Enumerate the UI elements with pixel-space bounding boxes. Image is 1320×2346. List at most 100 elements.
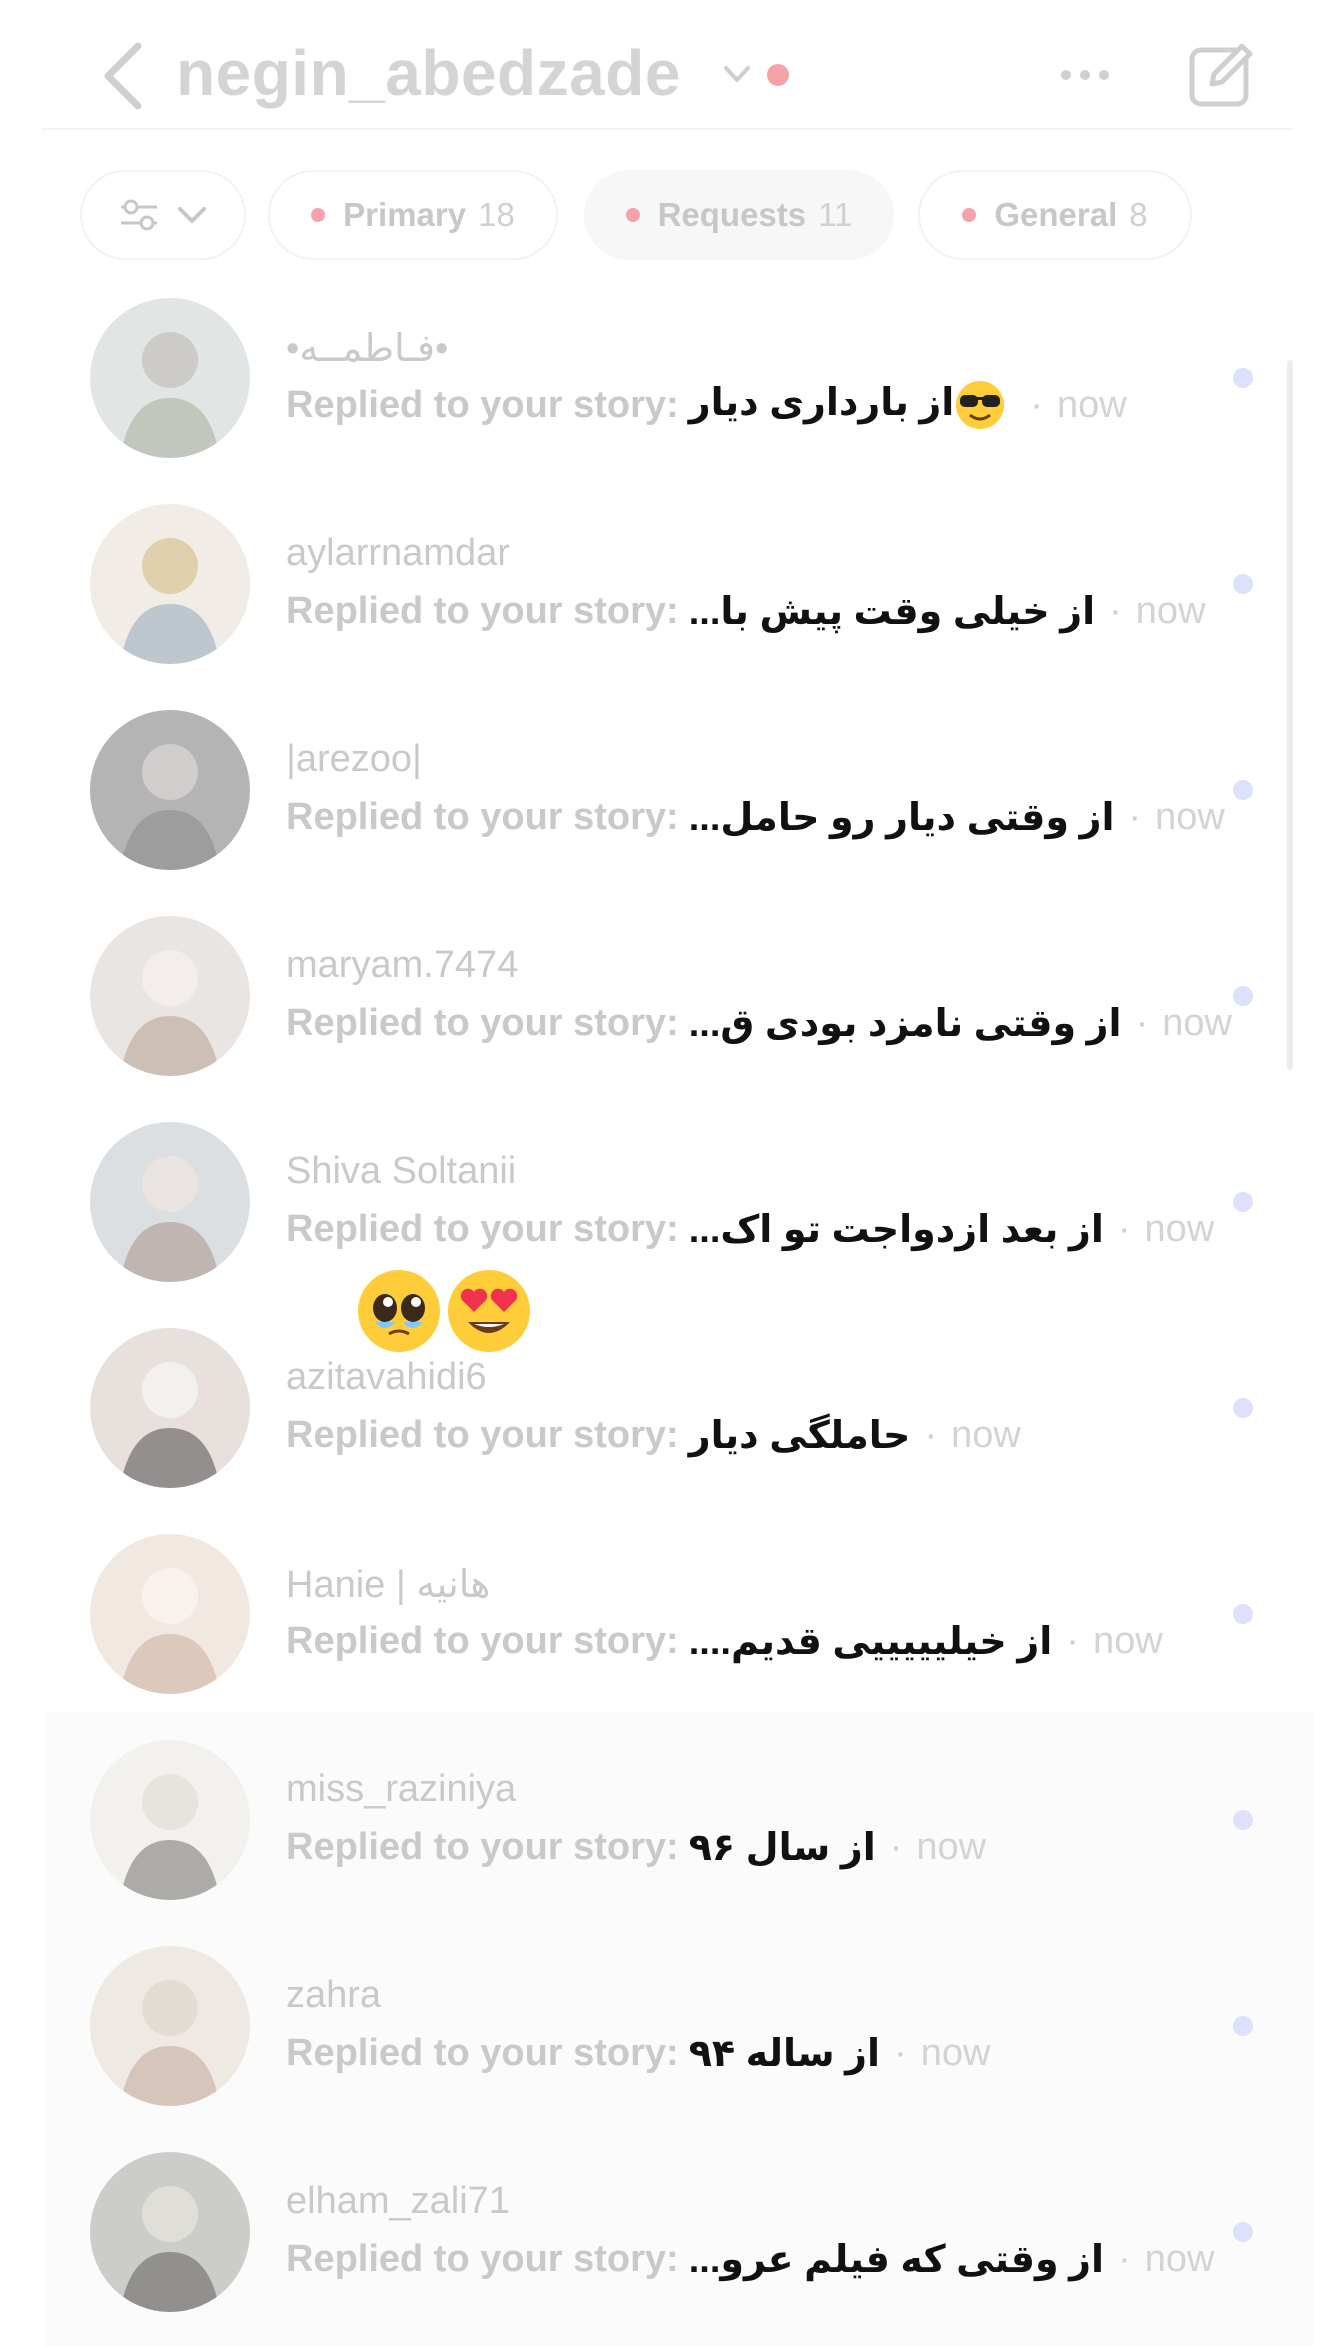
tab-count: 11 (818, 196, 853, 233)
thread-time: now (951, 1413, 1021, 1456)
reply-text-value: از وقتی نامزد بودی ق... (688, 1002, 1122, 1045)
avatar[interactable] (90, 1534, 250, 1694)
avatar[interactable] (90, 1740, 250, 1900)
thread-row[interactable]: elham_zali71 Replied to your story: از و… (0, 2152, 1320, 2342)
reply-text-value: از خیلی وقت پیش با... (688, 590, 1096, 633)
avatar[interactable] (90, 504, 250, 664)
filter-button[interactable] (80, 170, 246, 260)
unread-indicator (1233, 1398, 1253, 1418)
filter-chips: Primary 18 Requests 11 General 8 (0, 170, 1320, 262)
tab-label: Primary (343, 196, 467, 233)
thread-preview: Replied to your story: از وقتی دیار رو ح… (286, 792, 1225, 842)
unread-indicator (1233, 1604, 1253, 1624)
thread-username: elham_zali71 (286, 2180, 510, 2222)
avatar[interactable] (90, 710, 250, 870)
thread-username: miss_raziniya (286, 1768, 517, 1810)
thread-preview: Replied to your story: از بارداری دیار ·… (286, 380, 1127, 430)
unread-indicator (1233, 368, 1253, 388)
chevron-down-icon[interactable] (722, 62, 752, 86)
reply-prefix: Replied to your story: (286, 589, 679, 632)
tab-label: Requests (657, 196, 807, 233)
separator-dot: · (1066, 1619, 1079, 1662)
avatar[interactable] (90, 1122, 250, 1282)
thread-row[interactable]: Shiva Soltanii Replied to your story: از… (0, 1122, 1320, 1312)
reply-text-value: از خیلیییییی قدیم.... (688, 1620, 1053, 1663)
thread-username: Shiva Soltanii (286, 1150, 517, 1192)
thread-preview: Replied to your story: از خیلیییییی قدیم… (286, 1616, 1163, 1666)
avatar[interactable] (90, 298, 250, 458)
thread-row[interactable]: Hanie | هانیه Replied to your story: از … (0, 1534, 1320, 1724)
tab-label: General (994, 196, 1118, 233)
thread-username: •فـاطمــه• (286, 328, 449, 370)
sunglasses-emoji (956, 381, 1005, 429)
reply-prefix: Replied to your story: (286, 1413, 679, 1456)
thread-row[interactable]: zahra Replied to your story: از ساله ۹۴ … (0, 1946, 1320, 2136)
reply-text-value: از ساله ۹۴ (688, 2032, 881, 2075)
separator-dot: · (1109, 589, 1122, 632)
unread-indicator (1233, 1192, 1253, 1212)
avatar[interactable] (90, 916, 250, 1076)
separator-dot: · (924, 1413, 938, 1456)
thread-time: now (1056, 383, 1127, 426)
separator-dot: · (889, 1825, 903, 1868)
reply-text-value: از وقتی دیار رو حامل... (688, 796, 1115, 839)
separator-dot: · (894, 2031, 907, 2074)
tab-general[interactable]: General 8 (918, 170, 1192, 260)
separator-dot: · (1030, 383, 1043, 426)
reply-text: از بعد ازدواجت تو اک... (689, 1207, 1104, 1252)
thread-time: now (1155, 795, 1225, 838)
avatar[interactable] (90, 1328, 250, 1488)
avatar-photo (90, 1122, 250, 1282)
thread-username: zahra (286, 1974, 382, 2016)
reply-prefix: Replied to your story: (286, 1207, 679, 1250)
thread-row[interactable]: maryam.7474 Replied to your story: از وق… (0, 916, 1320, 1106)
tab-count: 18 (478, 196, 515, 233)
thread-preview: Replied to your story: حاملگی دیار · now (286, 1410, 1021, 1460)
thread-preview: Replied to your story: از ساله ۹۴ · now (286, 2028, 990, 2078)
thread-username: maryam.7474 (286, 944, 519, 986)
thread-time: now (916, 1825, 987, 1868)
compose-icon[interactable] (1188, 40, 1256, 108)
avatar-photo (90, 2152, 250, 2312)
unread-indicator (1233, 574, 1253, 594)
avatar[interactable] (90, 2152, 250, 2312)
page-title[interactable]: negin_abedzade (176, 36, 681, 110)
reply-text: از ساله ۹۴ (689, 2031, 880, 2076)
unread-dot (625, 208, 640, 222)
more-horizontal-icon[interactable] (1058, 64, 1112, 86)
unread-indicator (1233, 2222, 1253, 2242)
header: negin_abedzade (0, 0, 1320, 150)
unread-dot (311, 208, 326, 222)
thread-preview: Replied to your story: از بعد ازدواجت تو… (286, 1204, 1214, 1254)
reply-text: حاملگی دیار (689, 1413, 911, 1458)
thread-row[interactable]: •فـاطمــه• Replied to your story: از بار… (0, 298, 1320, 488)
pleading-face-emoji (358, 1270, 440, 1352)
unread-indicator (1233, 1810, 1253, 1830)
unread-indicator (1233, 986, 1253, 1006)
floating-emojis (356, 1268, 532, 1354)
thread-row[interactable]: aylarrnamdar Replied to your story: از خ… (0, 504, 1320, 694)
avatar-photo (90, 298, 250, 458)
thread-row[interactable]: miss_raziniya Replied to your story: از … (0, 1740, 1320, 1930)
avatar-photo (90, 504, 250, 664)
separator-dot: · (1135, 1001, 1149, 1044)
unread-indicator (1233, 780, 1253, 800)
reply-text: از وقتی نامزد بودی ق... (689, 1001, 1122, 1046)
reply-text-value: حاملگی دیار (688, 1414, 911, 1457)
thread-row[interactable]: azitavahidi6 Replied to your story: حامل… (0, 1328, 1320, 1518)
tab-primary[interactable]: Primary 18 (268, 170, 558, 260)
thread-username: |arezoo| (286, 738, 422, 780)
avatar[interactable] (90, 1946, 250, 2106)
header-divider (42, 128, 1292, 130)
thread-username: azitavahidi6 (286, 1356, 487, 1398)
thread-row[interactable]: |arezoo| Replied to your story: از وقتی … (0, 710, 1320, 900)
reply-prefix: Replied to your story: (286, 2031, 679, 2074)
thread-time: now (1092, 1619, 1163, 1662)
thread-preview: Replied to your story: از سال ۹۶ · now (286, 1822, 986, 1872)
thread-preview: Replied to your story: از خیلی وقت پیش ب… (286, 586, 1206, 636)
tab-requests[interactable]: Requests 11 (584, 170, 894, 260)
reply-text: از وقتی دیار رو حامل... (689, 795, 1115, 840)
reply-text-value: از سال ۹۶ (688, 1826, 876, 1869)
chevron-left-icon[interactable] (98, 40, 148, 112)
separator-dot: · (1117, 1207, 1131, 1250)
